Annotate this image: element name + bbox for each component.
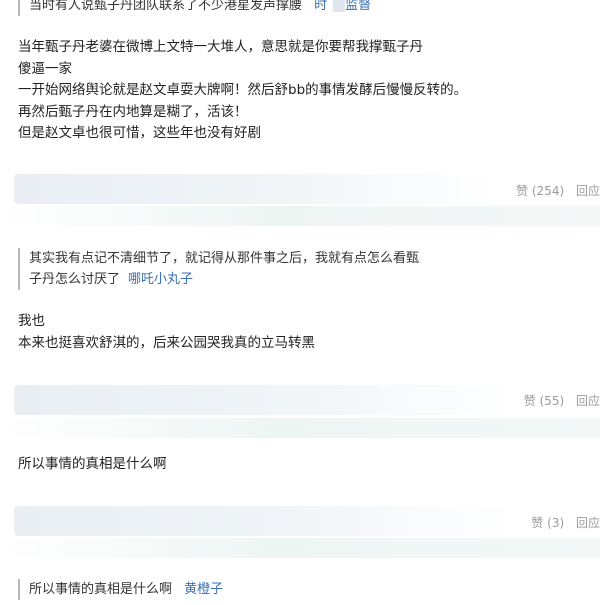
blurred-strip xyxy=(0,418,600,438)
quote-text: 当时有人说甄子丹团队联系了不少港星发声撑腰 xyxy=(29,0,303,13)
reply-button[interactable]: 回应 xyxy=(576,184,600,198)
blurred-avatar-row xyxy=(14,174,494,204)
quoted-reply: 其实我有点记不清细节了，就记得从那件事之后，我就有点怎么看甄 子丹怎么讨厌了 哪吒… xyxy=(18,248,419,290)
quote-text: 所以事情的真相是什么啊 xyxy=(29,582,173,597)
comment-body: 我也 本来也挺喜欢舒淇的，后来公园哭我真的立马转黑 xyxy=(18,311,315,354)
comment-line: 当年甄子丹老婆在微博上文特一大堆人，意思就是你要帮我撑甄子丹 xyxy=(18,39,423,55)
comment-line: 本来也挺喜欢舒淇的，后来公园哭我真的立马转黑 xyxy=(18,334,315,351)
blurred-avatar-row xyxy=(14,385,514,415)
quoted-reply: 所以事情的真相是什么啊 黄橙子 xyxy=(18,579,223,600)
like-button[interactable]: 赞 (3) xyxy=(531,516,564,530)
comment-line: 再然后甄子丹在内地算是糊了，活该！ xyxy=(18,103,248,120)
comment-meta: 赞 (254) 回应 xyxy=(508,182,600,199)
blurred-avatar-row xyxy=(14,506,514,536)
comment-body: 所以事情的真相是什么啊 xyxy=(18,454,167,476)
comment-line: 但是赵文卓也很可惜，这些年也没有好剧 xyxy=(18,125,261,141)
like-button[interactable]: 赞 (254) xyxy=(516,184,564,198)
quote-user-link[interactable]: 黄橙子 xyxy=(184,582,223,597)
comment-line: 傻逼一家 xyxy=(18,60,72,77)
comment-body: 当年甄子丹老婆在微博上文特一大堆人，意思就是你要帮我撑甄子丹 傻逼一家 一开始网… xyxy=(18,37,467,145)
blurred-strip xyxy=(0,206,600,226)
like-button[interactable]: 赞 (55) xyxy=(524,394,564,408)
quote-user-link[interactable]: 时监督 xyxy=(314,0,371,13)
blurred-strip xyxy=(0,538,600,558)
comment-line: 我也 xyxy=(18,313,45,329)
comment-meta: 赞 (3) 回应 xyxy=(523,514,600,531)
comment-line: 所以事情的真相是什么啊 xyxy=(18,456,167,472)
quote-text: 其实我有点记不清细节了，就记得从那件事之后，我就有点怎么看甄 xyxy=(29,251,420,266)
top-quote: 当时有人说甄子丹团队联系了不少港星发声撑腰 时监督 xyxy=(18,0,371,16)
reply-button[interactable]: 回应 xyxy=(576,516,600,530)
reply-button[interactable]: 回应 xyxy=(576,394,600,408)
blurred-username xyxy=(333,0,346,12)
comment-line: 一开始网络舆论就是赵文卓耍大牌啊！然后舒bb的事情发酵后慢慢反转的。 xyxy=(18,82,468,98)
comment-meta: 赞 (55) 回应 xyxy=(516,392,600,409)
quote-user-link[interactable]: 哪吒小丸子 xyxy=(128,272,193,287)
quote-text-continued: 子丹怎么讨厌了 哪吒小丸子 xyxy=(29,272,194,287)
